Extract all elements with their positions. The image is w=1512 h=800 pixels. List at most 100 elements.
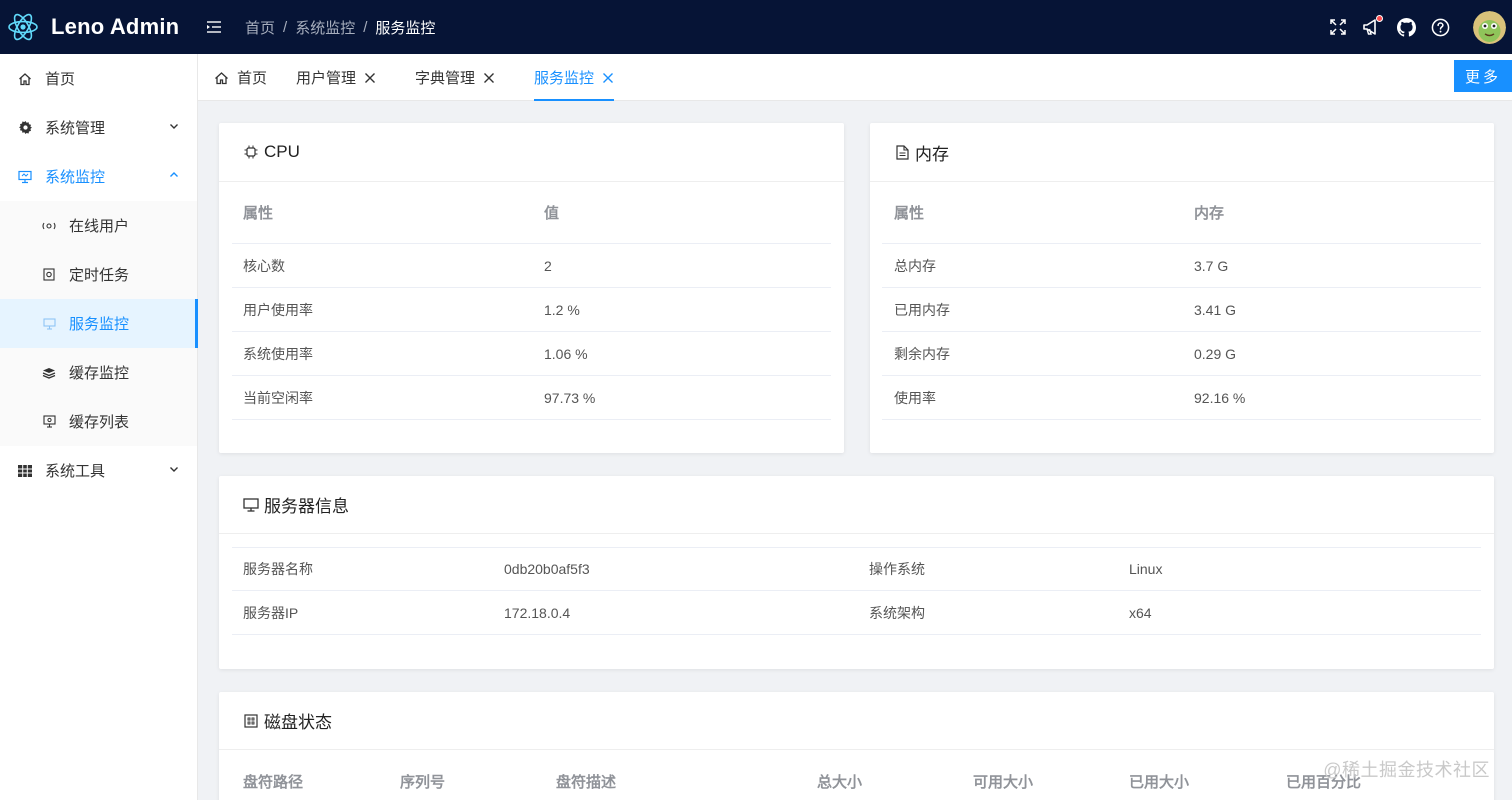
breadcrumb-separator: / [363, 18, 368, 36]
table-header-row: 属性 值 [232, 182, 831, 244]
card-title: 服务器信息 [264, 497, 349, 516]
menu-fold-button[interactable] [199, 12, 229, 42]
cell-attribute: 核心数 [243, 257, 285, 274]
sidebar-item-system-manage[interactable]: 系统管理 [0, 103, 197, 152]
sidebar-item-system-tools[interactable]: 系统工具 [0, 446, 197, 495]
column-header: 总大小 [817, 774, 863, 791]
breadcrumb-item-monitor[interactable]: 系统监控 [295, 17, 355, 38]
memory-table: 属性 内存 总内存 3.7 G 已用内存 3.41 G 剩余内存 0.29 G … [882, 182, 1481, 420]
home-icon [19, 72, 31, 85]
cell-attribute: 剩余内存 [894, 345, 950, 362]
logo[interactable]: Leno Admin [0, 11, 197, 43]
cell-attribute: 服务器名称 [243, 561, 313, 577]
breadcrumb-item-current: 服务监控 [375, 19, 436, 37]
menu-fold-icon [207, 21, 221, 33]
fullscreen-icon [1330, 19, 1346, 35]
sidebar-item-online-user[interactable]: 在线用户 [0, 201, 197, 250]
tab-close-button[interactable] [483, 72, 495, 84]
cell-value: 3.7 G [1194, 257, 1229, 274]
tab-server-monitor[interactable]: 服务监控 [534, 54, 615, 101]
sidebar-item-label: 缓存监控 [69, 365, 130, 382]
cell-attribute: 系统使用率 [243, 345, 313, 362]
help-button[interactable] [1423, 10, 1457, 44]
app-title: Leno Admin [51, 14, 180, 39]
cell-value: 0.29 G [1194, 345, 1237, 362]
sidebar-item-system-monitor[interactable]: 系统监控 [0, 152, 197, 201]
cell-value: 2 [544, 257, 552, 274]
table-header-row: 盘符路径 序列号 盘符描述 总大小 可用大小 已用大小 已用百分比 [232, 751, 1481, 800]
user-avatar[interactable] [1473, 10, 1506, 44]
column-header: 值 [544, 205, 560, 222]
column-header: 盘符路径 [243, 774, 304, 791]
cell-value: 0db20b0af5f3 [504, 561, 590, 577]
notification-button[interactable] [1355, 10, 1389, 44]
file-icon [895, 144, 909, 160]
cell-attribute: 总内存 [894, 257, 936, 274]
column-header: 可用大小 [973, 774, 1034, 791]
more-tabs-button[interactable]: 更多 [1454, 60, 1512, 92]
chevron-down-icon [170, 124, 178, 129]
cell-value: 92.16 % [1194, 389, 1246, 406]
tab-dict-manage[interactable]: 字典管理 [415, 54, 495, 101]
sidebar-item-label: 缓存列表 [69, 414, 130, 431]
job-icon [43, 268, 55, 281]
server-table: 服务器名称 0db20b0af5f3 操作系统 Linux 服务器IP 172.… [232, 547, 1481, 635]
sidebar-item-cache-list[interactable]: 缓存列表 [0, 397, 197, 446]
cell-attribute: 操作系统 [869, 561, 925, 577]
sidebar-item-scheduled-job[interactable]: 定时任务 [0, 250, 197, 299]
breadcrumb-item-home[interactable]: 首页 [245, 17, 275, 38]
tab-label: 首页 [237, 70, 268, 87]
tool-icon [18, 464, 32, 477]
tab-home[interactable]: 首页 [214, 54, 267, 101]
table-header-row: 属性 内存 [882, 182, 1481, 244]
close-icon [603, 72, 614, 83]
watermark: @稀土掘金技术社区 [1323, 760, 1490, 780]
tab-close-button[interactable] [602, 72, 614, 84]
cpu-table: 属性 值 核心数 2 用户使用率 1.2 % 系统使用率 1.06 % 当前空闲… [232, 182, 831, 420]
column-header: 盘符描述 [556, 774, 617, 791]
chevron-down-icon [170, 467, 178, 472]
sidebar-item-label: 在线用户 [69, 218, 130, 235]
sidebar-item-label: 系统工具 [45, 463, 106, 480]
top-header: Leno Admin 首页 / 系统监控 / 服务监控 [0, 0, 1512, 54]
home-icon [215, 71, 228, 84]
cell-attribute: 使用率 [894, 389, 936, 406]
github-icon [1396, 17, 1416, 37]
chevron-up-icon [170, 172, 178, 177]
server-info-card: 服务器信息 服务器名称 0db20b0af5f3 操作系统 Linux 服务器I… [219, 476, 1494, 669]
tab-label: 服务监控 [534, 70, 595, 87]
disk-table: 盘符路径 序列号 盘符描述 总大小 可用大小 已用大小 已用百分比 [232, 751, 1481, 800]
online-user-icon [42, 222, 56, 229]
cell-attribute: 系统架构 [869, 604, 925, 621]
tab-label: 用户管理 [296, 70, 357, 87]
github-button[interactable] [1389, 10, 1423, 44]
tab-user-manage[interactable]: 用户管理 [296, 54, 376, 101]
react-logo-icon [8, 13, 38, 41]
table-row: 核心数 2 [232, 244, 831, 288]
tab-close-button[interactable] [364, 72, 376, 84]
cell-value: 1.06 % [544, 345, 588, 362]
cell-value: x64 [1129, 604, 1152, 621]
sidebar-item-label: 系统监控 [45, 169, 106, 186]
fullscreen-button[interactable] [1321, 10, 1355, 44]
cache-icon [42, 367, 56, 379]
sidebar-item-label: 服务监控 [69, 316, 130, 333]
cell-value: 1.2 % [544, 301, 580, 318]
disk-icon [244, 713, 258, 728]
sidebar-item-home[interactable]: 首页 [0, 54, 197, 103]
sidebar-item-cache-monitor[interactable]: 缓存监控 [0, 348, 197, 397]
table-row: 服务器名称 0db20b0af5f3 操作系统 Linux [232, 547, 1481, 591]
cpu-card: CPU 属性 值 核心数 2 用户使用率 1.2 % 系统使用率 1.06 % … [219, 123, 844, 453]
column-header: 属性 [894, 205, 925, 222]
cell-attribute: 服务器IP [243, 604, 299, 621]
column-header: 已用大小 [1129, 774, 1190, 791]
column-header: 属性 [243, 205, 274, 222]
avatar-image [1473, 10, 1506, 44]
cell-attribute: 当前空闲率 [243, 389, 313, 406]
breadcrumb-separator: / [283, 18, 288, 36]
monitor-icon [243, 497, 259, 512]
cell-attribute: 已用内存 [894, 301, 950, 318]
close-icon [365, 72, 376, 83]
sidebar: 首页 系统管理 系统监控 在线用户 定时任务 服务监控 缓存监控 缓存列表 系统… [0, 54, 198, 800]
sidebar-item-server-monitor[interactable]: 服务监控 [0, 299, 198, 348]
